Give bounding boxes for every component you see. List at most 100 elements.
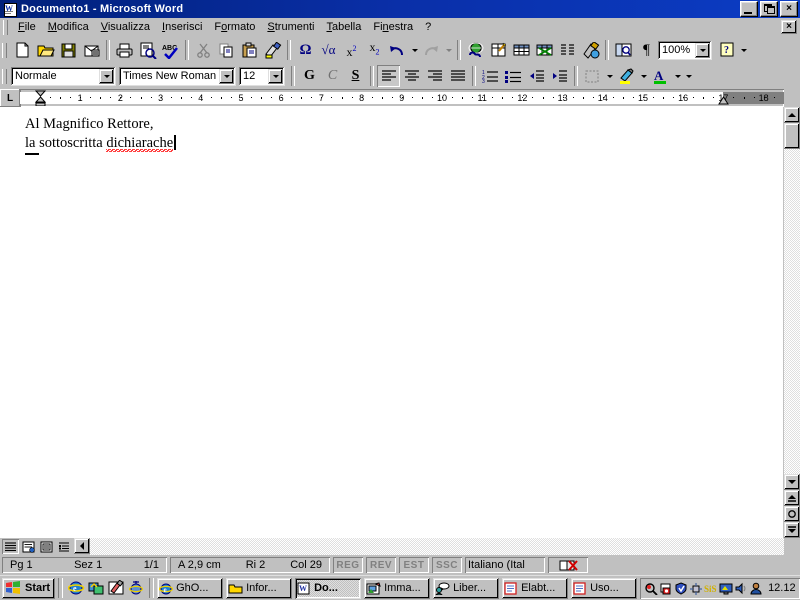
vertical-scroll-track[interactable]	[784, 149, 800, 474]
font-size-combo[interactable]: 12	[239, 66, 285, 86]
save-button[interactable]	[57, 39, 80, 61]
borders-dropdown-arrow-icon[interactable]	[604, 65, 615, 87]
zoom-dropdown-arrow-icon[interactable]	[695, 42, 710, 58]
close-document-button[interactable]: ×	[781, 20, 797, 34]
font-color-dropdown-arrow-icon[interactable]	[672, 65, 683, 87]
print-preview-button[interactable]	[136, 39, 159, 61]
align-left-button[interactable]	[377, 65, 400, 87]
vertical-scrollbar[interactable]	[783, 107, 800, 538]
scroll-down-button[interactable]	[784, 474, 800, 490]
insert-hyperlink-button[interactable]	[464, 39, 487, 61]
horizontal-scroll-track[interactable]	[90, 538, 784, 555]
task-button-imma[interactable]: Imma...	[364, 577, 431, 599]
select-browse-object-button[interactable]	[784, 506, 800, 522]
insert-table-button[interactable]	[510, 39, 533, 61]
style-combo[interactable]: Normale	[11, 66, 116, 86]
menu-tabella[interactable]: Tabella	[320, 19, 367, 35]
antivirus-shield-icon[interactable]	[659, 581, 673, 595]
close-button[interactable]: ×	[780, 1, 798, 17]
spellcheck-status-icon[interactable]	[548, 557, 588, 573]
italic-button[interactable]: C	[321, 65, 344, 87]
monitor-icon[interactable]	[719, 581, 733, 595]
insert-excel-sheet-button[interactable]	[533, 39, 556, 61]
bold-button[interactable]: G	[298, 65, 321, 87]
menu-inserisci[interactable]: Inserisci	[156, 19, 208, 35]
highlight-button[interactable]	[615, 65, 638, 87]
task-button-gho[interactable]: e GhO...	[157, 577, 224, 599]
status-mode-reg[interactable]: REG	[333, 557, 363, 573]
justify-button[interactable]	[446, 65, 469, 87]
scroll-up-button[interactable]	[784, 107, 800, 123]
status-mode-ssc[interactable]: SSC	[432, 557, 462, 573]
standard-toolbar-grip[interactable]	[2, 42, 7, 58]
horizontal-ruler[interactable]: 123456789101112131415161718	[20, 89, 784, 107]
menu-help[interactable]: ?	[419, 19, 437, 35]
tab-selector-button[interactable]: L	[0, 89, 20, 107]
decrease-indent-button[interactable]	[525, 65, 548, 87]
status-mode-est[interactable]: EST	[399, 557, 429, 573]
clock[interactable]: 12.12	[768, 582, 796, 594]
print-layout-view-button[interactable]	[38, 539, 55, 554]
title-bar[interactable]: W Documento1 - Microsoft Word ×	[0, 0, 800, 18]
email-button[interactable]	[80, 39, 103, 61]
status-mode-rev[interactable]: REV	[366, 557, 396, 573]
undo-button[interactable]	[386, 39, 409, 61]
toolbar-options-arrow-icon[interactable]	[738, 39, 749, 61]
display-properties-icon[interactable]: SiS	[704, 581, 718, 595]
new-document-button[interactable]	[11, 39, 34, 61]
underline-button[interactable]: S	[344, 65, 367, 87]
increase-indent-button[interactable]	[548, 65, 571, 87]
insert-symbol-button[interactable]: Ω	[294, 39, 317, 61]
subscript-button[interactable]: x2	[363, 39, 386, 61]
document-text[interactable]: Al Magnifico Rettore, la sottoscritta di…	[25, 115, 176, 153]
undo-dropdown-arrow-icon[interactable]	[409, 39, 420, 61]
cut-button[interactable]	[192, 39, 215, 61]
scroll-left-button[interactable]	[74, 538, 90, 554]
align-right-button[interactable]	[423, 65, 446, 87]
borders-button[interactable]	[581, 65, 604, 87]
volume-icon[interactable]	[734, 581, 748, 595]
zoom-combo[interactable]: 100%	[658, 40, 712, 60]
status-language[interactable]: Italiano (Ital	[465, 557, 545, 573]
outline-view-button[interactable]	[56, 539, 73, 554]
help-button[interactable]: ?	[715, 39, 738, 61]
document-page[interactable]: Al Magnifico Rettore, la sottoscritta di…	[0, 107, 783, 538]
style-dropdown-arrow-icon[interactable]	[99, 68, 114, 84]
menu-bar-grip[interactable]	[3, 19, 8, 35]
show-formatting-marks-button[interactable]: ¶	[635, 39, 658, 61]
font-size-dropdown-arrow-icon[interactable]	[268, 68, 283, 84]
task-button-infor[interactable]: Infor...	[226, 577, 293, 599]
font-combo[interactable]: Times New Roman	[119, 66, 236, 86]
redo-dropdown-arrow-icon[interactable]	[443, 39, 454, 61]
menu-modifica[interactable]: Modifica	[42, 19, 95, 35]
network-icon[interactable]	[674, 581, 688, 595]
font-dropdown-arrow-icon[interactable]	[219, 68, 234, 84]
spelling-check-button[interactable]: ABC	[159, 39, 182, 61]
menu-finestra[interactable]: Finestra	[367, 19, 419, 35]
web-layout-view-button[interactable]	[20, 539, 37, 554]
print-button[interactable]	[113, 39, 136, 61]
user-icon[interactable]	[749, 581, 763, 595]
show-desktop-icon[interactable]	[86, 578, 106, 598]
columns-button[interactable]	[556, 39, 579, 61]
view-channels-icon[interactable]	[126, 578, 146, 598]
highlight-dropdown-arrow-icon[interactable]	[638, 65, 649, 87]
bulleted-list-button[interactable]	[502, 65, 525, 87]
internet-explorer-icon[interactable]: e	[66, 578, 86, 598]
task-button-uso[interactable]: Uso...	[571, 577, 638, 599]
task-button-elabt[interactable]: Elabt...	[502, 577, 569, 599]
task-button-liber[interactable]: Liber...	[433, 577, 500, 599]
numbered-list-button[interactable]: 123	[479, 65, 502, 87]
insert-equation-button[interactable]: √α	[317, 39, 340, 61]
redo-button[interactable]	[420, 39, 443, 61]
open-button[interactable]	[34, 39, 57, 61]
normal-view-button[interactable]	[2, 539, 19, 554]
copy-button[interactable]	[215, 39, 238, 61]
align-center-button[interactable]	[400, 65, 423, 87]
formatting-toolbar-options-arrow-icon[interactable]	[683, 65, 694, 87]
right-indent-marker[interactable]	[718, 96, 730, 107]
next-page-button[interactable]	[784, 522, 800, 538]
drawing-button[interactable]	[579, 39, 602, 61]
formatting-toolbar-grip[interactable]	[2, 68, 7, 84]
menu-formato[interactable]: Formato	[208, 19, 261, 35]
